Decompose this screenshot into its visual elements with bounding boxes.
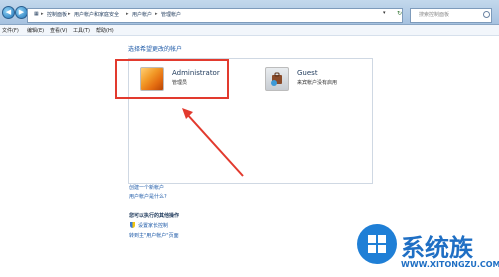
watermark: 系统族 WWW.XITONGZU.COM	[357, 220, 499, 275]
windows-logo-icon	[357, 224, 397, 264]
watermark-url: WWW.XITONGZU.COM	[401, 260, 499, 269]
watermark-title: 系统族	[401, 234, 473, 262]
